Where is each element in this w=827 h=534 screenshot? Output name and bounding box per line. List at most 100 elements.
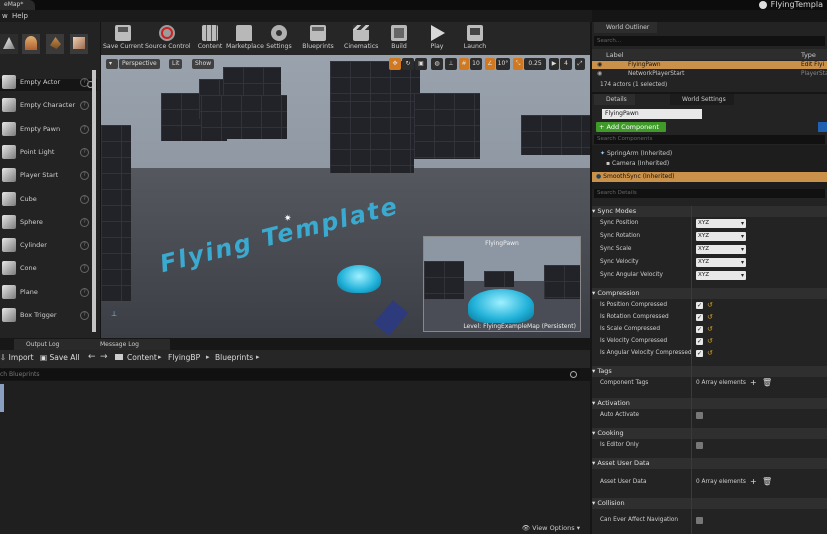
tab-output-log[interactable]: Output Log (14, 339, 94, 350)
flying-pawn-ship[interactable] (337, 265, 381, 293)
level-tab[interactable]: eMap* (0, 0, 36, 10)
reset-to-default-icon[interactable]: ↺ (707, 313, 713, 321)
translate-tool-icon[interactable]: ✥ (389, 58, 401, 70)
help-icon[interactable]: ? (80, 78, 89, 87)
camera-speed-icon[interactable]: ▶ (549, 58, 559, 70)
asset-thumbnail[interactable] (0, 384, 4, 412)
breadcrumb-blueprints[interactable]: Blueprints (215, 353, 253, 362)
section-asset-user-data[interactable]: ▾ Asset User Data (592, 458, 827, 469)
tab-message-log[interactable]: Message Log (88, 339, 170, 350)
add-element-icon[interactable]: + (750, 378, 757, 387)
help-icon[interactable]: ? (80, 171, 89, 181)
help-icon[interactable]: ? (80, 241, 89, 251)
section-collision[interactable]: ▾ Collision (592, 498, 827, 509)
details-search-input[interactable]: Search Details (594, 189, 825, 198)
place-item-point-light[interactable]: Point Light? (0, 142, 92, 164)
world-space-icon[interactable]: ◍ (431, 58, 443, 70)
help-icon[interactable]: ? (80, 101, 89, 111)
compression-checkbox[interactable]: ✓ (696, 302, 703, 309)
level-viewport[interactable]: Flying Template ✷ ⊥ ▾ Perspective Lit Sh… (101, 55, 590, 338)
content-button[interactable]: Content (197, 22, 223, 55)
sync-mode-dropdown[interactable]: XYZ (696, 245, 746, 254)
import-button[interactable]: ⇩ Import (0, 353, 34, 362)
outliner-row[interactable]: ◉ NetworkPlayerStart PlayerSta (592, 70, 827, 78)
outliner-row-selected[interactable]: ◉ FlyingPawn Edit Flyi (592, 61, 827, 69)
scale-snap-icon[interactable]: ⤡ (513, 58, 523, 70)
place-mode-icon[interactable] (0, 34, 18, 54)
perspective-button[interactable]: Perspective (119, 59, 160, 69)
reset-to-default-icon[interactable]: ↺ (707, 349, 713, 357)
is-editor-only-checkbox[interactable] (696, 442, 703, 449)
reset-to-default-icon[interactable]: ↺ (707, 337, 713, 345)
tab-world-settings[interactable]: World Settings (670, 94, 734, 105)
breadcrumb-flyingbp[interactable]: FlyingBP (168, 353, 200, 362)
viewport-options-dropdown[interactable]: ▾ (106, 59, 118, 69)
section-activation[interactable]: ▾ Activation (592, 398, 827, 409)
menu-window[interactable]: w (2, 12, 8, 20)
help-icon[interactable]: ? (80, 311, 89, 320)
actor-name-field[interactable]: FlyingPawn (602, 109, 702, 119)
place-item-box-trigger[interactable]: Box Trigger? (0, 305, 92, 327)
outliner-search-input[interactable]: Search... (594, 36, 825, 46)
geometry-mode-icon[interactable] (70, 34, 88, 54)
column-type[interactable]: Type (801, 51, 816, 59)
section-sync-modes[interactable]: ▾ Sync Modes (592, 206, 827, 217)
section-compression[interactable]: ▾ Compression (592, 288, 827, 299)
component-item-smoothsync[interactable]: ● SmoothSync (Inherited) (592, 172, 827, 182)
compression-checkbox[interactable]: ✓ (696, 326, 703, 333)
section-tags[interactable]: ▾ Tags (592, 366, 827, 377)
sync-mode-dropdown[interactable]: XYZ (696, 271, 746, 280)
reset-to-default-icon[interactable]: ↺ (707, 325, 713, 333)
reset-to-default-icon[interactable]: ↺ (707, 301, 713, 309)
breadcrumb-content[interactable]: Content (127, 353, 157, 362)
sync-mode-dropdown[interactable]: XYZ (696, 219, 746, 228)
launch-button[interactable]: Launch (461, 22, 489, 55)
trash-icon[interactable]: 🗑 (762, 477, 772, 486)
help-icon[interactable]: ? (80, 194, 89, 204)
paint-mode-icon[interactable] (22, 34, 40, 54)
component-item-camera[interactable]: ▪ Camera (Inherited) (606, 160, 669, 167)
play-button[interactable]: Play (427, 22, 447, 55)
add-component-button[interactable]: + Add Component (596, 122, 666, 132)
lit-button[interactable]: Lit (169, 59, 183, 69)
column-divider[interactable] (691, 206, 692, 534)
place-item-cube[interactable]: Cube? (0, 189, 92, 211)
surface-snap-icon[interactable]: ⊥ (445, 58, 457, 70)
marketplace-button[interactable]: Marketplace (226, 22, 264, 55)
scale-snap-value[interactable]: 0.25 (524, 58, 546, 70)
blueprint-edit-button[interactable] (818, 122, 827, 132)
auto-activate-checkbox[interactable] (696, 412, 703, 419)
place-item-empty-pawn[interactable]: Empty Pawn? (0, 119, 92, 141)
build-button[interactable]: Build (388, 22, 410, 55)
compression-checkbox[interactable]: ✓ (696, 314, 703, 321)
save-current-button[interactable]: Save Current (103, 22, 143, 55)
affect-navigation-checkbox[interactable] (696, 517, 703, 524)
rotate-tool-icon[interactable]: ↻ (402, 58, 414, 70)
cube-stack[interactable] (101, 125, 131, 301)
cube-stack[interactable] (521, 115, 590, 155)
place-item-cone[interactable]: Cone? (0, 258, 92, 280)
view-options-button[interactable]: 👁 View Options ▾ (522, 524, 580, 532)
grid-snap-icon[interactable]: # (459, 58, 469, 70)
help-icon[interactable]: ? (80, 264, 89, 274)
rotation-snap-value[interactable]: 10° (496, 58, 510, 70)
place-item-player-start[interactable]: Player Start? (0, 165, 92, 187)
help-icon[interactable]: ? (80, 217, 89, 227)
help-icon[interactable]: ? (80, 287, 89, 297)
cube-stack[interactable] (330, 101, 414, 173)
place-list-scrollbar[interactable] (92, 70, 96, 332)
cube-stack[interactable] (201, 95, 287, 139)
back-arrow-icon[interactable]: ← (88, 352, 96, 362)
visibility-eye-icon[interactable]: ◉ (597, 61, 602, 68)
show-button[interactable]: Show (192, 59, 215, 69)
menu-help[interactable]: Help (12, 12, 28, 20)
content-search-input[interactable]: ch Blueprints (0, 369, 580, 380)
add-element-icon[interactable]: + (750, 477, 757, 486)
source-control-button[interactable]: Source Control (145, 22, 191, 55)
compression-checkbox[interactable]: ✓ (696, 350, 703, 357)
place-item-empty-actor[interactable]: Empty Actor? (0, 72, 92, 94)
tab-details[interactable]: Details (594, 94, 635, 105)
place-item-sphere[interactable]: Sphere? (0, 212, 92, 234)
blueprints-button[interactable]: Blueprints (301, 22, 335, 55)
compression-checkbox[interactable]: ✓ (696, 338, 703, 345)
